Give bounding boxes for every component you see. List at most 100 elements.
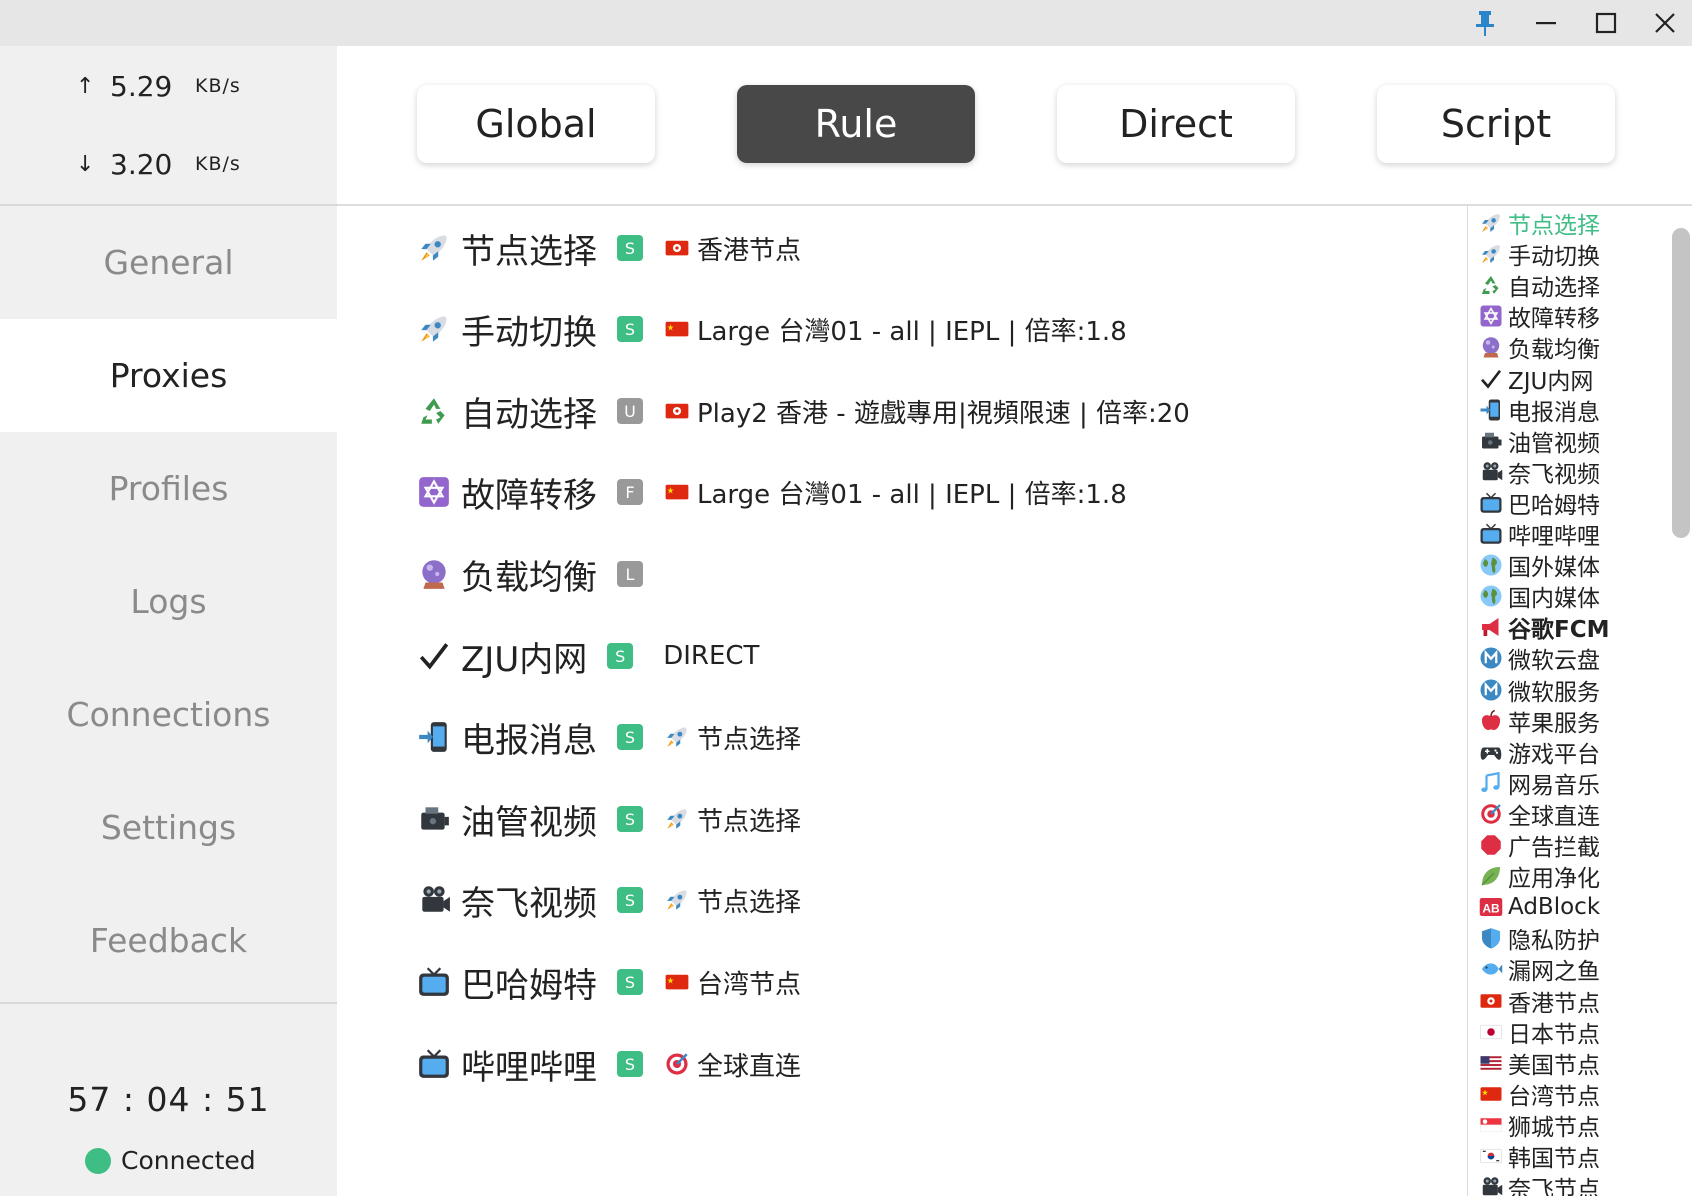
selected-proxy: 台湾节点 <box>697 969 802 1000</box>
proxy-group-name: 手动切换 <box>461 312 597 353</box>
group-index-item[interactable]: 谷歌FCM <box>1478 612 1609 643</box>
proxy-group-row[interactable]: 故障转移 F Large 台灣01 - all | IEPL | 倍率:1.8 <box>415 462 1127 522</box>
group-type-badge: S <box>607 643 634 669</box>
group-index-item[interactable]: 台湾节点 <box>1478 1079 1600 1110</box>
group-index-item[interactable]: 全球直连 <box>1478 799 1600 830</box>
group-index-item[interactable]: 奈飞节点 <box>1478 1172 1600 1196</box>
group-index-label: ZJU内网 <box>1508 368 1594 395</box>
kr-flag-icon <box>1478 1143 1504 1169</box>
group-index-item[interactable]: 国外媒体 <box>1478 550 1600 581</box>
group-index-item[interactable]: 故障转移 <box>1478 301 1600 332</box>
cn-flag-icon <box>663 478 691 506</box>
group-index-item[interactable]: 巴哈姆特 <box>1478 488 1600 519</box>
maximize-button[interactable] <box>1581 4 1631 42</box>
scrollbar-thumb[interactable] <box>1672 228 1690 538</box>
download-unit: KB/s <box>195 153 241 175</box>
group-index-item[interactable]: 广告拦截 <box>1478 830 1600 861</box>
proxy-group-row[interactable]: 自动选择 U Play2 香港 - 遊戲專用|視頻限速 | 倍率:20 <box>415 381 1190 441</box>
group-type-badge: F <box>617 479 643 505</box>
download-rate: ↓ 3.20 KB/s <box>76 144 241 184</box>
group-index-item[interactable]: 隐私防护 <box>1478 923 1600 954</box>
group-index-item[interactable]: AB AdBlock <box>1478 892 1600 922</box>
pin-button[interactable] <box>1460 4 1510 42</box>
nav-feedback[interactable]: Feedback <box>0 884 337 997</box>
group-type-badge: S <box>617 235 643 261</box>
group-index-item[interactable]: 美国节点 <box>1478 1048 1600 1079</box>
group-index-label: 奈飞节点 <box>1508 1177 1600 1196</box>
close-button[interactable] <box>1640 4 1690 42</box>
group-index-item[interactable]: 网易音乐 <box>1478 768 1600 799</box>
proxy-group-row[interactable]: 哔哩哔哩 S 全球直连 <box>415 1034 801 1094</box>
group-index-label: 奈飞视频 <box>1508 461 1600 488</box>
download-value: 3.20 <box>110 147 173 181</box>
nav-label: Connections <box>66 695 271 734</box>
camera-icon <box>415 800 453 838</box>
nav-connections[interactable]: Connections <box>0 658 337 771</box>
globe-icon <box>1478 583 1504 609</box>
group-index-item[interactable]: 香港节点 <box>1478 986 1600 1017</box>
group-index-item[interactable]: 国内媒体 <box>1478 581 1600 612</box>
group-index-item[interactable]: 狮城节点 <box>1478 1110 1600 1141</box>
nav-logs[interactable]: Logs <box>0 545 337 658</box>
group-index-item[interactable]: 应用净化 <box>1478 861 1600 893</box>
group-index-item[interactable]: 节点选择 <box>1478 208 1600 239</box>
group-index-label: 自动选择 <box>1508 275 1600 302</box>
rocket-icon <box>663 805 691 833</box>
mode-direct-button[interactable]: Direct <box>1057 85 1295 163</box>
group-index-list: 节点选择 手动切换自动选择 故障转移 负载均衡 ZJU内网 电报消息 油管视频奈飞视频 巴哈姆… <box>1473 206 1673 1196</box>
group-type-badge: U <box>617 398 643 424</box>
group-index-label: 应用净化 <box>1508 866 1600 893</box>
group-index-item[interactable]: 游戏平台 <box>1478 737 1600 768</box>
group-index-item[interactable]: 微软服务 <box>1478 675 1600 706</box>
mode-rule-button[interactable]: Rule <box>737 85 975 163</box>
maximize-icon <box>1595 12 1617 34</box>
sidebar-divider <box>0 1002 337 1004</box>
group-index-item[interactable]: 负载均衡 <box>1478 332 1600 363</box>
group-index-item[interactable]: 手动切换 <box>1478 239 1600 270</box>
star-of-david-icon <box>415 473 453 511</box>
group-index-item[interactable]: 日本节点 <box>1478 1017 1600 1048</box>
group-index-item[interactable]: 自动选择 <box>1478 270 1600 302</box>
rocket-icon <box>415 310 453 348</box>
proxy-group-row[interactable]: 节点选择 S 香港节点 <box>415 218 801 278</box>
music-icon <box>1478 770 1504 796</box>
mode-global-button[interactable]: Global <box>417 85 655 163</box>
mode-script-button[interactable]: Script <box>1377 85 1615 163</box>
group-index-item[interactable]: 油管视频 <box>1478 426 1600 457</box>
proxy-group-row[interactable]: ZJU内网 S DIRECT <box>415 626 759 686</box>
group-index-item[interactable]: 哔哩哔哩 <box>1478 519 1600 550</box>
apple-icon <box>1478 708 1504 734</box>
minimize-button[interactable] <box>1521 4 1571 42</box>
stop-sign-icon <box>1478 832 1504 858</box>
selected-proxy: 节点选择 <box>697 724 802 755</box>
phone-arrow-icon <box>415 718 453 756</box>
cn-flag-icon <box>663 968 691 996</box>
proxy-group-row[interactable]: 巴哈姆特 S 台湾节点 <box>415 952 801 1012</box>
nav-general[interactable]: General <box>0 206 337 319</box>
group-index-item[interactable]: 苹果服务 <box>1478 706 1600 737</box>
group-index-item[interactable]: 韩国节点 <box>1478 1141 1600 1172</box>
proxy-group-row[interactable]: 手动切换 S Large 台灣01 - all | IEPL | 倍率:1.8 <box>415 299 1127 359</box>
nav-profiles[interactable]: Profiles <box>0 432 337 545</box>
proxy-group-row[interactable]: 电报消息 S 节点选择 <box>415 707 801 767</box>
proxy-group-row[interactable]: 油管视频 S 节点选择 <box>415 789 801 849</box>
leaf-icon <box>1478 863 1504 889</box>
cn-flag-icon <box>1478 1081 1504 1107</box>
group-index-item[interactable]: 漏网之鱼 <box>1478 954 1600 985</box>
tv-icon <box>415 963 453 1001</box>
target-icon <box>1478 801 1504 827</box>
group-index-item[interactable]: 奈飞视频 <box>1478 457 1600 488</box>
crystal-ball-icon <box>1478 334 1504 360</box>
nav-settings[interactable]: Settings <box>0 771 337 884</box>
group-index-item[interactable]: 微软云盘 <box>1478 643 1600 674</box>
group-index-item[interactable]: ZJU内网 <box>1478 364 1594 395</box>
proxy-group-row[interactable]: 负载均衡 L <box>415 544 663 604</box>
group-index-item[interactable]: 电报消息 <box>1478 395 1600 426</box>
pin-icon <box>1476 11 1494 36</box>
check-icon <box>1478 366 1504 392</box>
rocket-icon <box>663 886 691 914</box>
proxy-group-row[interactable]: 奈飞视频 S 节点选择 <box>415 870 801 930</box>
hk-flag-icon <box>1478 988 1504 1014</box>
nav-proxies[interactable]: Proxies <box>0 319 337 432</box>
check-icon <box>415 637 453 675</box>
